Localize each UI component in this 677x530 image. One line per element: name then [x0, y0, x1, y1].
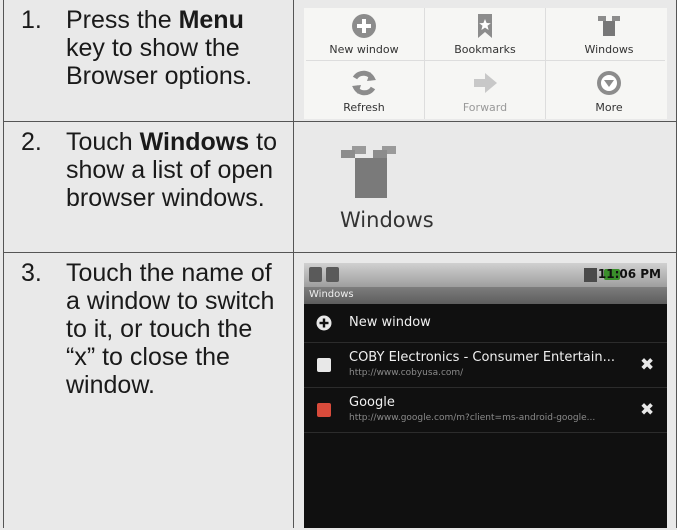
- new-window-row[interactable]: New window: [304, 304, 667, 343]
- notification-icon: [326, 267, 339, 282]
- menu-item-label: More: [595, 101, 623, 114]
- refresh-icon: [352, 70, 376, 96]
- menu-item-label: Forward: [462, 101, 508, 114]
- menu-item-refresh[interactable]: Refresh: [309, 68, 419, 114]
- notification-icon: [309, 267, 322, 282]
- menu-item-label: New window: [329, 43, 399, 56]
- step-number: 3.: [21, 259, 42, 287]
- step-text-part: Press the: [66, 6, 179, 34]
- menu-separator: [424, 8, 425, 119]
- bookmark-star-icon: [478, 14, 492, 38]
- window-item[interactable]: COBY Electronics - Consumer Entertain...…: [304, 343, 667, 388]
- menu-separator: [306, 60, 665, 61]
- plus-circle-icon: [352, 14, 376, 38]
- menu-separator: [545, 8, 546, 119]
- windows-icon: [598, 16, 620, 36]
- menu-item-windows[interactable]: Windows: [554, 12, 664, 56]
- window-url: http://www.cobyusa.com/: [349, 368, 464, 378]
- step-row-2: 2. Touch Windows to show a list of open …: [4, 122, 676, 253]
- column-divider: [293, 0, 294, 121]
- menu-item-bookmarks[interactable]: Bookmarks: [430, 12, 540, 56]
- step-number: 1.: [21, 6, 42, 34]
- browser-menu-screenshot: New window Bookmarks Windows Refresh For…: [304, 8, 667, 119]
- menu-item-label: Refresh: [343, 101, 385, 114]
- windows-title-bar: Windows: [304, 287, 667, 304]
- menu-item-new-window[interactable]: New window: [309, 12, 419, 56]
- new-window-label: New window: [349, 315, 431, 330]
- column-divider: [293, 253, 294, 528]
- coby-favicon-icon: [317, 358, 331, 372]
- window-item[interactable]: Google http://www.google.com/m?client=ms…: [304, 388, 667, 433]
- windows-label: Windows: [340, 208, 434, 232]
- step-text: Press the Menu key to show the Browser o…: [66, 6, 288, 90]
- step-row-3: 3. Touch the name of a window to switch …: [4, 253, 676, 528]
- window-title: COBY Electronics - Consumer Entertain...: [349, 350, 616, 365]
- step-text: Touch the name of a window to switch to …: [66, 259, 275, 399]
- menu-item-label: Bookmarks: [454, 43, 516, 56]
- google-favicon-icon: [317, 403, 331, 417]
- close-window-icon[interactable]: ✖: [640, 355, 654, 375]
- step-keyword: Menu: [178, 6, 244, 34]
- step-text-part: Touch: [66, 128, 140, 156]
- column-divider: [293, 122, 294, 252]
- close-window-icon[interactable]: ✖: [640, 400, 654, 420]
- menu-item-forward[interactable]: Forward: [430, 68, 540, 114]
- step-number: 2.: [21, 128, 42, 156]
- step-text-part: key to show the Browser options.: [66, 34, 253, 90]
- instruction-table: 1. Press the Menu key to show the Browse…: [3, 0, 677, 528]
- windows-icon[interactable]: [339, 146, 401, 198]
- status-bar: 11:06 PM: [304, 263, 667, 287]
- menu-item-label: Windows: [584, 43, 634, 56]
- forward-arrow-icon: [474, 73, 497, 93]
- status-time: 11:06 PM: [597, 267, 661, 281]
- step-row-1: 1. Press the Menu key to show the Browse…: [4, 0, 676, 122]
- menu-item-more[interactable]: More: [554, 68, 664, 114]
- step-text: Touch Windows to show a list of open bro…: [66, 128, 288, 212]
- window-title: Google: [349, 395, 395, 410]
- window-url: http://www.google.com/m?client=ms-androi…: [349, 413, 596, 423]
- windows-list-screenshot: 11:06 PM Windows New window COBY Electro…: [304, 263, 667, 528]
- more-chevron-icon: [597, 71, 621, 95]
- signal-icon: [584, 268, 597, 282]
- windows-title: Windows: [309, 289, 354, 300]
- plus-circle-icon: [316, 315, 332, 331]
- step-keyword: Windows: [139, 128, 250, 156]
